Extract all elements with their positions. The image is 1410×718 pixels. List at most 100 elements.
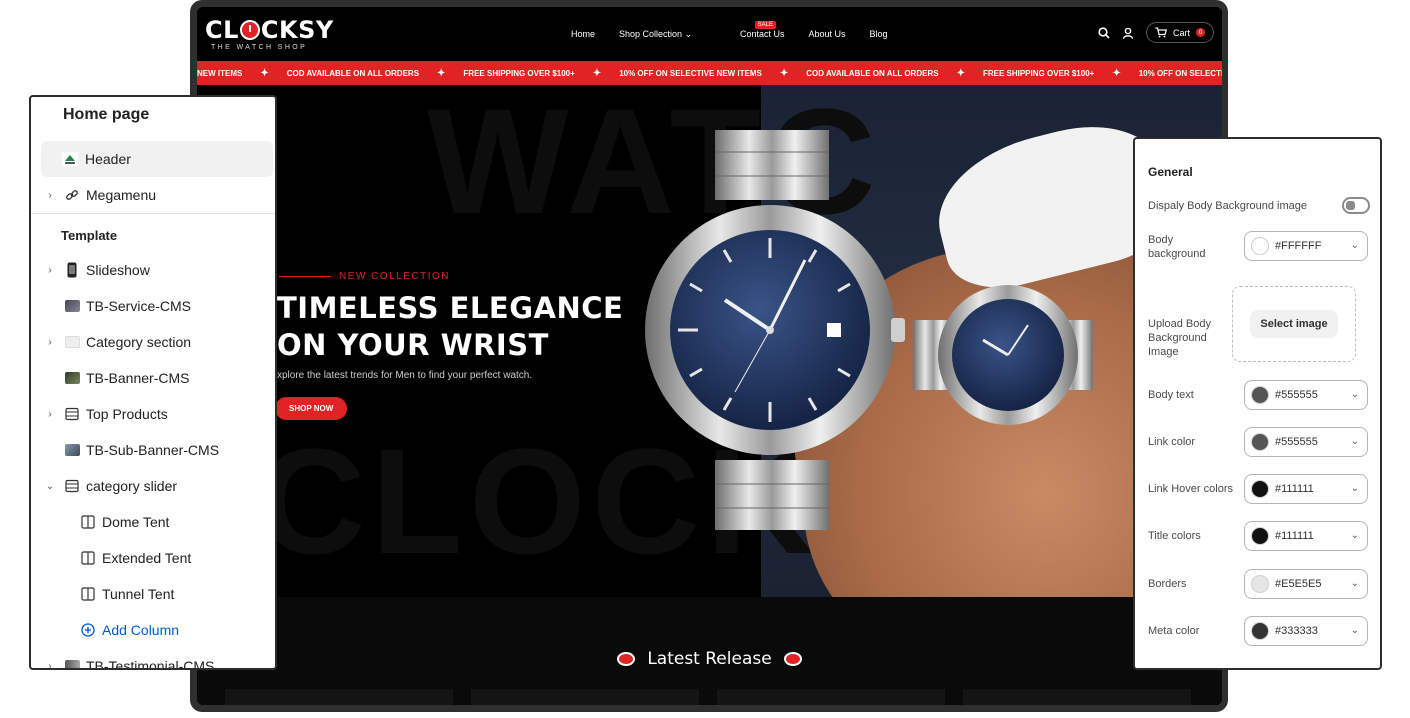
ticker-item: FREE SHIPPING OVER $100+ [463, 69, 575, 78]
setting-label: Borders [1148, 578, 1187, 590]
header-actions: Cart 0 [1098, 22, 1214, 43]
tree-item-label: Top Products [86, 406, 168, 422]
setting-row-body-text: Body text #555555 ⌄ [1148, 380, 1370, 410]
sparkle-icon: ✦ [1112, 68, 1121, 79]
clock-icon [617, 652, 636, 666]
chevron-right-icon[interactable]: › [45, 265, 55, 276]
bg-image-toggle[interactable] [1342, 197, 1370, 214]
upload-dropzone[interactable]: Select image [1232, 286, 1356, 362]
setting-label: Body background [1148, 234, 1206, 260]
sparkle-icon: ✦ [779, 68, 789, 79]
body-background-color-select[interactable]: #FFFFFF ⌄ [1244, 231, 1368, 261]
chevron-right-icon[interactable]: › [45, 190, 55, 201]
border-color-select[interactable]: #E5E5E5 ⌄ [1244, 569, 1368, 599]
image-thumb-icon [64, 298, 80, 314]
color-value: #111111 [1275, 530, 1314, 542]
list-icon [64, 406, 80, 422]
tree-item-sub-banner-cms[interactable]: TB-Sub-Banner-CMS [31, 432, 275, 468]
divider [31, 213, 275, 214]
hero-title: TIMELESS ELEGANCE ON YOUR WRIST [277, 290, 623, 364]
tree-item-testimonial-cms[interactable]: › TB-Testimonial-CMS [31, 648, 275, 669]
link-color-select[interactable]: #555555 ⌄ [1244, 427, 1368, 457]
color-value: #111111 [1275, 483, 1314, 495]
image-thumb-icon [64, 370, 80, 386]
user-icon[interactable] [1122, 27, 1134, 39]
add-column-button[interactable]: Add Column [31, 612, 275, 648]
chevron-right-icon[interactable]: › [45, 661, 55, 669]
tree-item-label: Tunnel Tent [102, 586, 175, 602]
product-card[interactable] [963, 689, 1191, 705]
tree-item-slideshow[interactable]: › Slideshow [31, 252, 275, 288]
color-swatch [1251, 386, 1269, 404]
hero-eyebrow-text: NEW COLLECTION [339, 271, 451, 282]
image-thumb-icon [64, 442, 80, 458]
chevron-down-icon: ⌄ [684, 29, 693, 39]
tree-item-header[interactable]: Header [41, 141, 273, 177]
product-card[interactable] [225, 689, 453, 705]
column-icon [80, 514, 96, 530]
tree-subitem-dome-tent[interactable]: Dome Tent [31, 504, 275, 540]
tree-subitem-extended-tent[interactable]: Extended Tent [31, 540, 275, 576]
cart-button[interactable]: Cart 0 [1145, 22, 1214, 43]
link-icon [64, 187, 80, 203]
image-thumb-icon [64, 658, 80, 668]
body-text-color-select[interactable]: #555555 ⌄ [1244, 380, 1368, 410]
menu-home[interactable]: Home [571, 29, 595, 40]
logo-tagline: THE WATCH SHOP [211, 44, 308, 51]
column-icon [80, 586, 96, 602]
color-value: #555555 [1275, 436, 1318, 448]
theme-settings-panel: General Dispaly Body Background image Bo… [1133, 137, 1382, 670]
menu-shop-collection[interactable]: Shop Collection ⌄ SALE [619, 21, 776, 40]
setting-label: Upload Body Background Image [1148, 318, 1211, 358]
search-icon[interactable] [1098, 26, 1110, 39]
logo-text-part2: CKSY [260, 16, 334, 44]
tree-item-banner-cms[interactable]: TB-Banner-CMS [31, 360, 275, 396]
tree-item-label: Slideshow [86, 262, 150, 278]
storefront-preview-frame: CL CKSY THE WATCH SHOP Home Shop Collect… [190, 0, 1228, 712]
logo-text-part1: CL [205, 16, 239, 44]
select-image-button[interactable]: Select image [1250, 310, 1338, 338]
tree-item-label: category slider [86, 478, 178, 494]
chevron-down-icon: ⌄ [1350, 240, 1359, 251]
hero-title-line1: TIMELESS ELEGANCE [277, 291, 624, 325]
tree-item-category-slider[interactable]: ⌄ category slider [31, 468, 275, 504]
announcement-ticker: NEW ITEMS ✦ COD AVAILABLE ON ALL ORDERS ✦ … [197, 61, 1222, 85]
chevron-down-icon[interactable]: ⌄ [45, 481, 55, 492]
chevron-down-icon: ⌄ [1350, 483, 1359, 494]
setting-label: Link color [1148, 436, 1196, 448]
sparkle-icon: ✦ [437, 68, 446, 79]
sparkle-icon: ✦ [592, 68, 602, 79]
tree-item-label: TB-Service-CMS [86, 298, 192, 314]
shop-now-button[interactable]: SHOP NOW [275, 397, 348, 420]
tree-subitem-tunnel-tent[interactable]: Tunnel Tent [31, 576, 275, 612]
logo-clock-icon [239, 20, 260, 40]
chevron-down-icon: ⌄ [1350, 625, 1359, 636]
site-logo[interactable]: CL CKSY THE WATCH SHOP [205, 17, 334, 51]
setting-label: Body text [1148, 389, 1194, 401]
menu-contact-us[interactable]: Contact Us [740, 29, 785, 40]
chevron-right-icon[interactable]: › [45, 337, 55, 348]
chevron-down-icon: ⌄ [1350, 436, 1359, 447]
wrist-watch-image [913, 285, 1093, 425]
tree-item-service-cms[interactable]: TB-Service-CMS [31, 288, 275, 324]
title-color-select[interactable]: #111111 ⌄ [1244, 521, 1368, 551]
clock-icon [783, 652, 802, 666]
color-swatch [1251, 237, 1269, 255]
product-card[interactable] [471, 689, 699, 705]
menu-shop-collection-label: Shop Collection [619, 29, 683, 39]
tree-item-category-section[interactable]: › Category section [31, 324, 275, 360]
setting-row-link-color: Link color #555555 ⌄ [1148, 427, 1370, 457]
chevron-right-icon[interactable]: › [45, 409, 55, 420]
menu-blog[interactable]: Blog [870, 29, 888, 40]
link-hover-color-select[interactable]: #111111 ⌄ [1244, 474, 1368, 504]
latest-release-title: Latest Release [647, 649, 772, 669]
tree-item-label: Category section [86, 334, 192, 350]
ticker-item: NEW ITEMS [197, 69, 243, 78]
list-icon [64, 478, 80, 494]
menu-about-us[interactable]: About Us [809, 29, 846, 40]
meta-color-select[interactable]: #333333 ⌄ [1244, 616, 1368, 646]
product-card[interactable] [717, 689, 945, 705]
setting-row-meta-color: Meta color #333333 ⌄ [1148, 616, 1370, 646]
tree-item-top-products[interactable]: › Top Products [31, 396, 275, 432]
tree-item-megamenu[interactable]: › Megamenu [31, 177, 275, 213]
